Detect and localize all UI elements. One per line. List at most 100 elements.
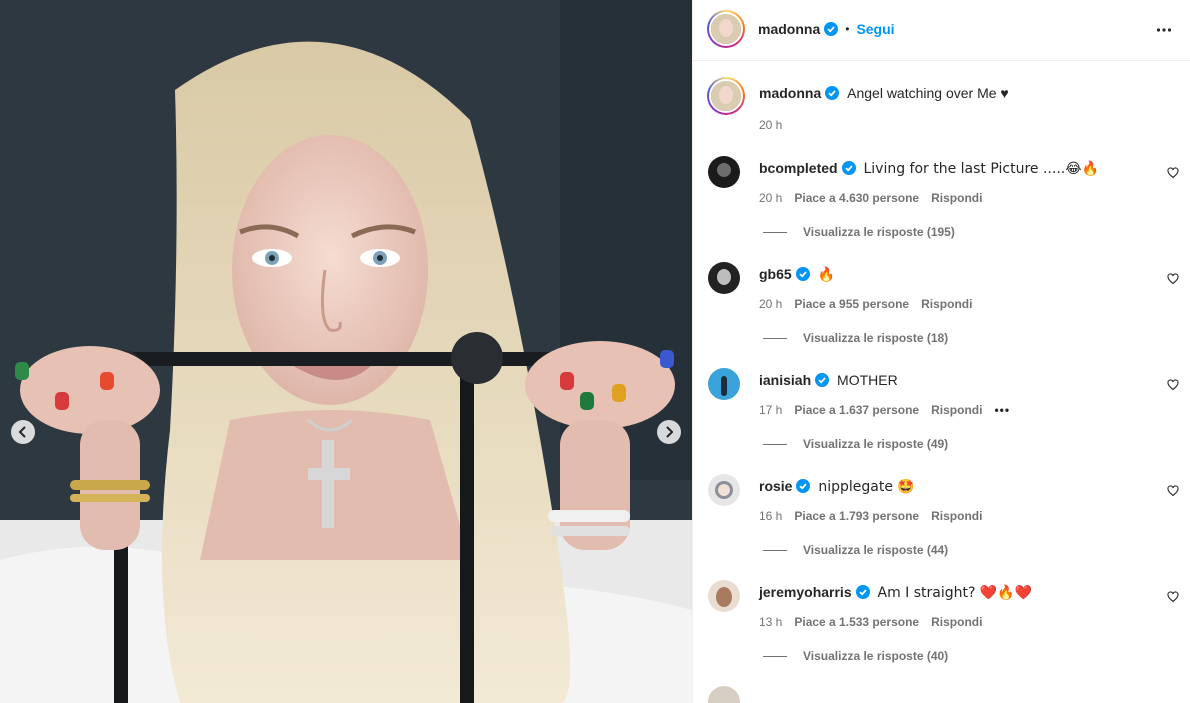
commenter-avatar[interactable] bbox=[708, 368, 740, 400]
post-sidebar: madonna • Segui madonna Angel watching o… bbox=[692, 0, 1190, 703]
comment-line: gb65 🔥 bbox=[759, 265, 835, 284]
view-replies-button[interactable]: Visualizza le risposte (44) bbox=[763, 543, 948, 557]
reply-button[interactable]: Rispondi bbox=[931, 191, 982, 205]
comment-time[interactable]: 17 h bbox=[759, 403, 782, 417]
comment-username[interactable]: gb65 bbox=[759, 266, 792, 282]
avatar-image bbox=[708, 368, 740, 400]
like-comment-button[interactable] bbox=[1167, 272, 1179, 290]
follow-button[interactable]: Segui bbox=[856, 21, 894, 37]
view-replies-button[interactable]: Visualizza le risposte (40) bbox=[763, 649, 948, 663]
comment-meta: 13 h Piace a 1.533 persone Rispondi bbox=[759, 615, 982, 629]
avatar-image bbox=[708, 474, 740, 506]
commenter-avatar[interactable] bbox=[708, 262, 740, 294]
comment-likes[interactable]: Piace a 955 persone bbox=[794, 297, 909, 311]
comment-meta: 20 h Piace a 955 persone Rispondi bbox=[759, 297, 972, 311]
verified-badge-icon bbox=[855, 585, 870, 599]
caption-line: madonna Angel watching over Me ♥ bbox=[759, 84, 1009, 102]
comment-likes[interactable]: Piace a 1.637 persone bbox=[794, 403, 919, 417]
comment-username[interactable]: bcompleted bbox=[759, 160, 838, 176]
heart-icon bbox=[1167, 273, 1179, 285]
caption-author-avatar[interactable] bbox=[707, 77, 745, 115]
verified-badge-icon bbox=[825, 86, 840, 100]
verified-badge-icon bbox=[795, 267, 810, 281]
replies-divider bbox=[763, 549, 787, 551]
comment-time[interactable]: 20 h bbox=[759, 191, 782, 205]
caption-username[interactable]: madonna bbox=[759, 85, 821, 101]
verified-badge-icon bbox=[815, 373, 830, 387]
view-replies-button[interactable]: Visualizza le risposte (195) bbox=[763, 225, 955, 239]
chevron-left-icon bbox=[18, 426, 26, 438]
caption-time[interactable]: 20 h bbox=[759, 118, 782, 132]
reply-button[interactable]: Rispondi bbox=[931, 509, 982, 523]
view-replies-button[interactable]: Visualizza le risposte (18) bbox=[763, 331, 948, 345]
commenter-avatar[interactable] bbox=[708, 686, 740, 703]
like-comment-button[interactable] bbox=[1167, 378, 1179, 396]
comment-username[interactable]: jeremyoharris bbox=[759, 584, 852, 600]
view-replies-label: Visualizza le risposte (40) bbox=[803, 649, 949, 663]
comment-text: nipplegate 🤩 bbox=[818, 479, 915, 495]
caption-text: Angel watching over Me ♥ bbox=[847, 85, 1009, 101]
comment-line: jeremyoharris Am I straight? ❤️🔥❤️ bbox=[759, 583, 1032, 602]
view-replies-label: Visualizza le risposte (49) bbox=[803, 437, 949, 451]
post-image bbox=[0, 0, 692, 703]
comment-likes[interactable]: Piace a 1.793 persone bbox=[794, 509, 919, 523]
comment-username[interactable]: rosie bbox=[759, 478, 792, 494]
comment-time[interactable]: 16 h bbox=[759, 509, 782, 523]
comment-likes[interactable]: Piace a 4.630 persone bbox=[794, 191, 919, 205]
like-comment-button[interactable] bbox=[1167, 590, 1179, 608]
heart-icon bbox=[1167, 167, 1179, 179]
comment-line: ianisiah MOTHER bbox=[759, 371, 898, 389]
comment-time[interactable]: 20 h bbox=[759, 297, 782, 311]
replies-divider bbox=[763, 443, 787, 445]
like-comment-button[interactable] bbox=[1167, 484, 1179, 502]
verified-badge-icon bbox=[841, 161, 856, 175]
commenter-avatar[interactable] bbox=[708, 580, 740, 612]
comment-meta: 17 h Piace a 1.637 persone Rispondi ••• bbox=[759, 403, 1010, 417]
author-username[interactable]: madonna bbox=[758, 21, 820, 37]
comment-text: MOTHER bbox=[837, 372, 898, 388]
comment-options-button[interactable]: ••• bbox=[994, 403, 1010, 417]
separator-dot: • bbox=[845, 22, 850, 36]
comment-meta: 16 h Piace a 1.793 persone Rispondi bbox=[759, 509, 982, 523]
commenter-avatar[interactable] bbox=[708, 474, 740, 506]
reply-button[interactable]: Rispondi bbox=[931, 403, 982, 417]
comment-likes[interactable]: Piace a 1.533 persone bbox=[794, 615, 919, 629]
reply-button[interactable]: Rispondi bbox=[921, 297, 972, 311]
comment-text: Living for the last Picture .....😂🔥 bbox=[863, 161, 1100, 177]
like-comment-button[interactable] bbox=[1167, 166, 1179, 184]
verified-badge-icon bbox=[796, 479, 811, 493]
avatar-image bbox=[711, 14, 741, 44]
post-header: madonna • Segui bbox=[693, 0, 1190, 61]
avatar-image bbox=[708, 156, 740, 188]
comment-time[interactable]: 13 h bbox=[759, 615, 782, 629]
heart-icon bbox=[1167, 379, 1179, 391]
more-options-icon bbox=[1156, 28, 1172, 32]
comment-meta: 20 h Piace a 4.630 persone Rispondi bbox=[759, 191, 982, 205]
more-options-button[interactable] bbox=[1156, 22, 1172, 43]
view-replies-label: Visualizza le risposte (44) bbox=[803, 543, 949, 557]
replies-divider bbox=[763, 337, 787, 339]
avatar-image bbox=[708, 686, 740, 703]
author-avatar[interactable] bbox=[707, 10, 745, 48]
comment-text: 🔥 bbox=[817, 267, 836, 283]
replies-divider bbox=[763, 655, 787, 657]
post-author-row: madonna • Segui bbox=[758, 21, 895, 37]
chevron-right-icon bbox=[666, 426, 674, 438]
commenter-avatar[interactable] bbox=[708, 156, 740, 188]
comment-username[interactable]: ianisiah bbox=[759, 372, 811, 388]
reply-button[interactable]: Rispondi bbox=[931, 615, 982, 629]
avatar-image bbox=[708, 262, 740, 294]
avatar-image bbox=[708, 580, 740, 612]
comment-text: Am I straight? ❤️🔥❤️ bbox=[877, 585, 1033, 601]
post-photo[interactable] bbox=[0, 0, 692, 703]
avatar-image bbox=[711, 81, 741, 111]
verified-badge-icon bbox=[824, 22, 839, 36]
previous-photo-button[interactable] bbox=[11, 420, 35, 444]
view-replies-button[interactable]: Visualizza le risposte (49) bbox=[763, 437, 948, 451]
replies-divider bbox=[763, 231, 787, 233]
heart-icon bbox=[1167, 485, 1179, 497]
view-replies-label: Visualizza le risposte (195) bbox=[803, 225, 955, 239]
next-photo-button[interactable] bbox=[657, 420, 681, 444]
view-replies-label: Visualizza le risposte (18) bbox=[803, 331, 949, 345]
comment-line: rosie nipplegate 🤩 bbox=[759, 477, 915, 496]
